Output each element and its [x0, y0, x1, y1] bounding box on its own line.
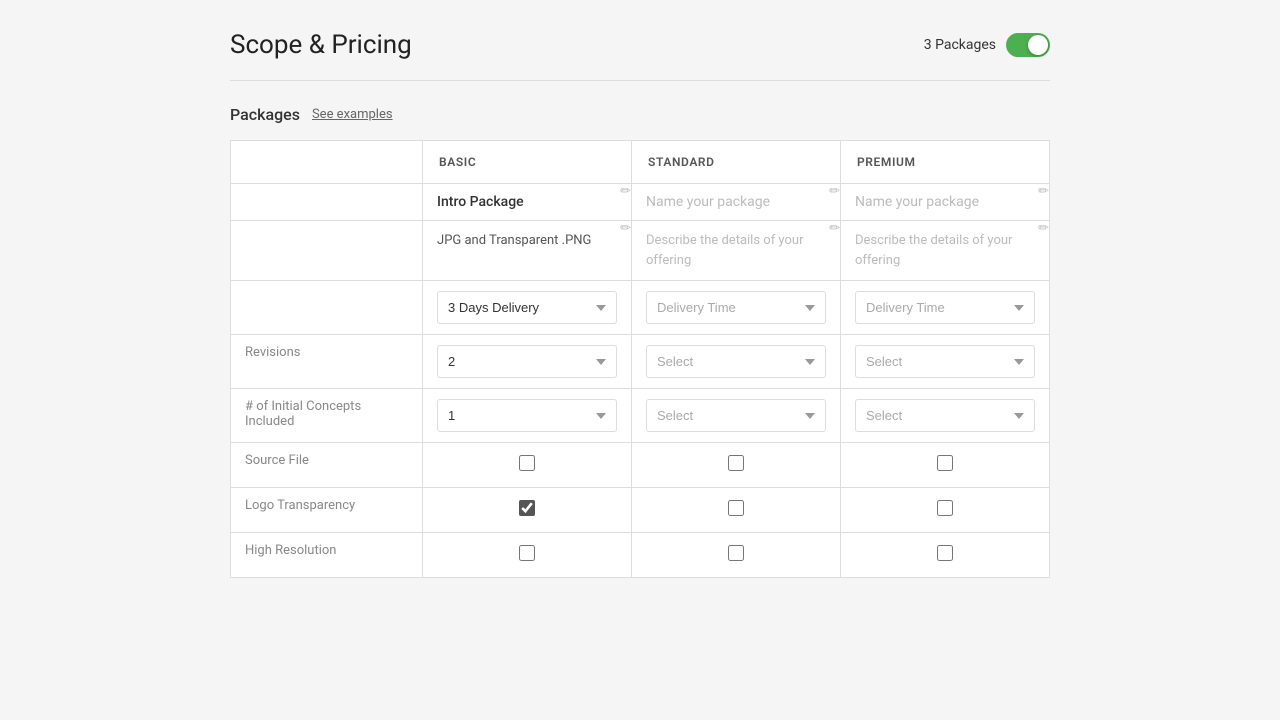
premium-logo-transparency-checkbox[interactable]	[937, 500, 953, 516]
page-header: Scope & Pricing 3 Packages	[230, 30, 1050, 60]
premium-description[interactable]: Describe the details of your offering	[855, 233, 1012, 268]
header-divider	[230, 80, 1050, 81]
basic-source-file-checkbox[interactable]	[519, 455, 535, 471]
source-file-row: Source File	[231, 443, 1050, 488]
premium-description-cell: Describe the details of your offering ✏	[841, 221, 1050, 281]
description-row: JPG and Transparent .PNG ✏ Describe the …	[231, 221, 1050, 281]
see-examples-link[interactable]: See examples	[312, 107, 393, 122]
section-title: Packages	[230, 105, 300, 124]
col-header-standard: STANDARD	[632, 141, 841, 184]
premium-concepts-cell: Select 1 2 3 4 5	[841, 389, 1050, 443]
logo-transparency-label: Logo Transparency	[231, 488, 423, 533]
standard-source-file-checkbox[interactable]	[728, 455, 744, 471]
premium-high-res-checkbox[interactable]	[937, 545, 953, 561]
premium-delivery-select[interactable]: Delivery Time 1 Day Delivery 2 Days Deli…	[855, 291, 1035, 324]
standard-package-name-edit-icon[interactable]: ✏	[829, 184, 840, 199]
premium-source-file-checkbox[interactable]	[937, 455, 953, 471]
package-name-row: Intro Package ✏ Name your package ✏ Name…	[231, 184, 1050, 221]
standard-revisions-select[interactable]: Select 1 2 3 5 Unlimited	[646, 345, 826, 378]
basic-concepts-select[interactable]: 1 2 3 4 5	[437, 399, 617, 432]
premium-delivery-cell: Delivery Time 1 Day Delivery 2 Days Deli…	[841, 281, 1050, 335]
basic-revisions-select[interactable]: 1 2 3 5 Unlimited	[437, 345, 617, 378]
basic-concepts-cell: 1 2 3 4 5	[423, 389, 632, 443]
col-header-basic: BASIC	[423, 141, 632, 184]
description-label	[231, 221, 423, 281]
concepts-label: # of Initial Concepts Included	[231, 389, 423, 443]
basic-description-cell: JPG and Transparent .PNG ✏	[423, 221, 632, 281]
high-resolution-row: High Resolution	[231, 533, 1050, 578]
premium-revisions-select[interactable]: Select 1 2 3 5 Unlimited	[855, 345, 1035, 378]
premium-revisions-cell: Select 1 2 3 5 Unlimited	[841, 335, 1050, 389]
page-title: Scope & Pricing	[230, 30, 412, 60]
standard-description-cell: Describe the details of your offering ✏	[632, 221, 841, 281]
premium-description-edit-icon[interactable]: ✏	[1038, 221, 1049, 236]
col-header-premium: PREMIUM	[841, 141, 1050, 184]
packages-table: BASIC STANDARD PREMIUM Intro Package ✏ N…	[230, 140, 1050, 578]
standard-package-name-cell: Name your package ✏	[632, 184, 841, 221]
premium-package-name-cell: Name your package ✏	[841, 184, 1050, 221]
basic-package-name-cell: Intro Package ✏	[423, 184, 632, 221]
basic-description-edit-icon[interactable]: ✏	[620, 221, 631, 236]
basic-package-name[interactable]: Intro Package	[437, 194, 524, 210]
revisions-row: Revisions 1 2 3 5 Unlimited Select 1 2	[231, 335, 1050, 389]
premium-source-file-cell	[841, 443, 1050, 488]
basic-package-name-edit-icon[interactable]: ✏	[620, 184, 631, 199]
standard-revisions-cell: Select 1 2 3 5 Unlimited	[632, 335, 841, 389]
standard-high-res-cell	[632, 533, 841, 578]
standard-concepts-cell: Select 1 2 3 4 5	[632, 389, 841, 443]
premium-high-res-cell	[841, 533, 1050, 578]
basic-description[interactable]: JPG and Transparent .PNG	[437, 233, 591, 248]
section-header: Packages See examples	[230, 105, 1050, 124]
standard-package-name[interactable]: Name your package	[646, 194, 770, 210]
standard-logo-transparency-cell	[632, 488, 841, 533]
packages-toggle[interactable]	[1006, 33, 1050, 57]
premium-concepts-select[interactable]: Select 1 2 3 4 5	[855, 399, 1035, 432]
standard-delivery-select[interactable]: Delivery Time 1 Day Delivery 2 Days Deli…	[646, 291, 826, 324]
basic-delivery-select[interactable]: 3 Days Delivery 1 Day Delivery 2 Days De…	[437, 291, 617, 324]
packages-toggle-container: 3 Packages	[924, 33, 1050, 57]
basic-source-file-cell	[423, 443, 632, 488]
standard-description-edit-icon[interactable]: ✏	[829, 221, 840, 236]
toggle-knob	[1028, 35, 1048, 55]
concepts-row: # of Initial Concepts Included 1 2 3 4 5…	[231, 389, 1050, 443]
high-resolution-label: High Resolution	[231, 533, 423, 578]
source-file-label: Source File	[231, 443, 423, 488]
delivery-label	[231, 281, 423, 335]
basic-high-res-cell	[423, 533, 632, 578]
logo-transparency-row: Logo Transparency	[231, 488, 1050, 533]
basic-high-res-checkbox[interactable]	[519, 545, 535, 561]
premium-package-name-edit-icon[interactable]: ✏	[1038, 184, 1049, 199]
basic-revisions-cell: 1 2 3 5 Unlimited	[423, 335, 632, 389]
standard-description[interactable]: Describe the details of your offering	[646, 233, 803, 268]
package-name-label	[231, 184, 423, 221]
basic-logo-transparency-checkbox[interactable]	[519, 500, 535, 516]
standard-source-file-cell	[632, 443, 841, 488]
standard-high-res-checkbox[interactable]	[728, 545, 744, 561]
standard-concepts-select[interactable]: Select 1 2 3 4 5	[646, 399, 826, 432]
delivery-row: 3 Days Delivery 1 Day Delivery 2 Days De…	[231, 281, 1050, 335]
basic-delivery-cell: 3 Days Delivery 1 Day Delivery 2 Days De…	[423, 281, 632, 335]
col-header-label	[231, 141, 423, 184]
basic-logo-transparency-cell	[423, 488, 632, 533]
standard-logo-transparency-checkbox[interactable]	[728, 500, 744, 516]
premium-package-name[interactable]: Name your package	[855, 194, 979, 210]
revisions-label: Revisions	[231, 335, 423, 389]
premium-logo-transparency-cell	[841, 488, 1050, 533]
toggle-label: 3 Packages	[924, 37, 996, 53]
standard-delivery-cell: Delivery Time 1 Day Delivery 2 Days Deli…	[632, 281, 841, 335]
